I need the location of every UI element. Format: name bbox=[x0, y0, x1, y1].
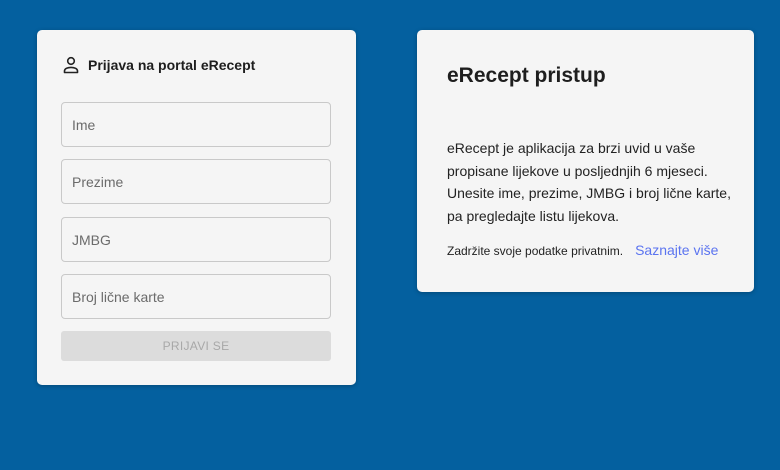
login-title: Prijava na portal eRecept bbox=[88, 57, 256, 73]
privacy-text: Zadržite svoje podatke privatnim. bbox=[447, 244, 624, 258]
login-card: Prijava na portal eRecept PRIJAVI SE bbox=[37, 30, 356, 385]
last-name-input[interactable] bbox=[61, 159, 331, 204]
info-footer: Zadržite svoje podatke privatnim. Saznaj… bbox=[447, 242, 718, 258]
id-card-number-input[interactable] bbox=[61, 274, 331, 319]
first-name-input[interactable] bbox=[61, 102, 331, 147]
info-title: eRecept pristup bbox=[447, 64, 606, 87]
person-icon bbox=[63, 56, 79, 74]
login-header: Prijava na portal eRecept bbox=[63, 56, 255, 74]
info-description: eRecept je aplikacija za brzi uvid u vaš… bbox=[447, 140, 731, 224]
learn-more-link[interactable]: Saznajte više bbox=[635, 242, 718, 258]
info-card: eRecept pristup eRecept je aplikacija za… bbox=[417, 30, 754, 292]
login-submit-button[interactable]: PRIJAVI SE bbox=[61, 331, 331, 361]
jmbg-input[interactable] bbox=[61, 217, 331, 262]
